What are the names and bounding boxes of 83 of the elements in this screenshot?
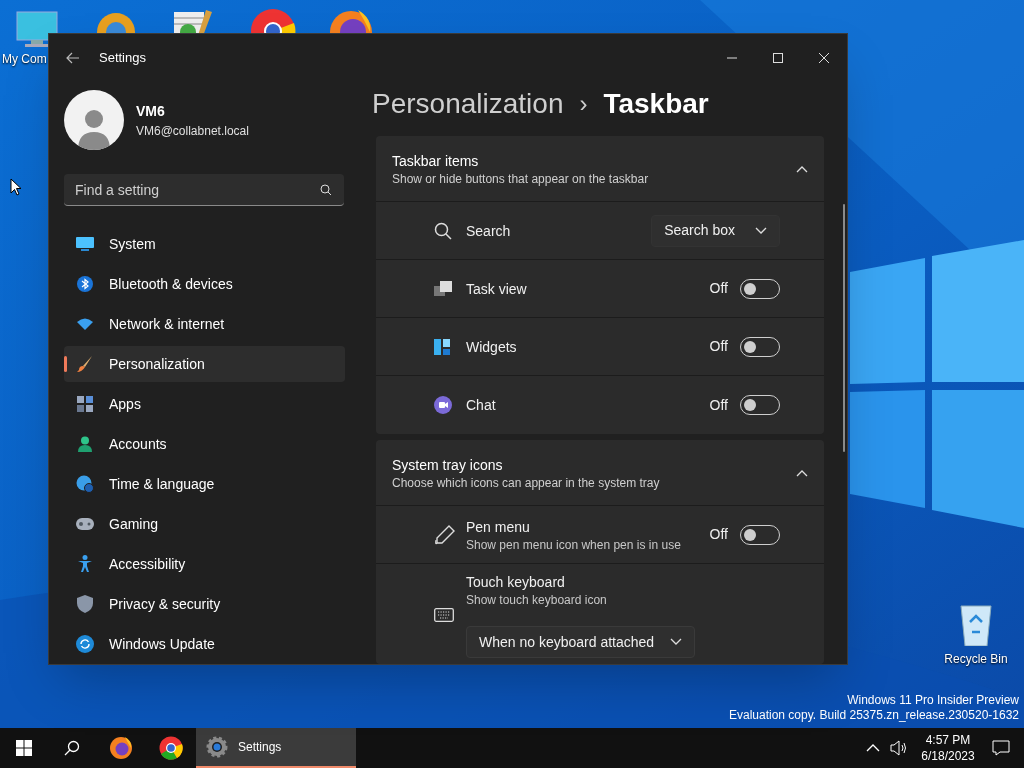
setting-description: Show touch keyboard icon [466, 592, 608, 608]
page-title: Taskbar [603, 87, 709, 121]
desktop-icon-label[interactable]: My Com [2, 50, 47, 68]
nav-item[interactable]: Accounts [64, 426, 345, 462]
speaker-icon[interactable] [890, 740, 908, 756]
breadcrumb-link[interactable]: Personalization [372, 83, 564, 125]
section-subtitle: Show or hide buttons that appear on the taskbar [392, 170, 650, 187]
back-arrow-icon[interactable] [66, 52, 80, 64]
setting-label: Touch keyboard [466, 573, 566, 592]
notification-icon [992, 740, 1010, 756]
pen-icon [434, 523, 456, 546]
section-header[interactable]: System tray icons Choose which icons can appear in the system tray [376, 440, 824, 506]
chevron-up-icon [796, 164, 808, 173]
nav-item[interactable]: Apps [64, 386, 345, 422]
window-title: Settings [99, 49, 146, 68]
setting-label: Widgets [466, 337, 518, 357]
keyboard-icon [434, 608, 454, 622]
toggle-state: Off [709, 279, 728, 298]
task-view-icon [434, 280, 452, 297]
chrome-icon [159, 736, 183, 760]
setting-label: Chat [466, 396, 497, 415]
search-field[interactable]: Find a setting [64, 174, 344, 206]
evaluation-notice: Evaluation copy. Build 25375.zn_release.230520-1632 [729, 708, 1019, 723]
setting-label: Search [466, 221, 512, 241]
nav-item[interactable]: Network & internet [64, 306, 345, 342]
search-icon [434, 221, 452, 240]
nav-item[interactable]: System [64, 226, 345, 262]
chevron-down-icon [755, 226, 767, 235]
breadcrumb-separator: › [579, 89, 588, 119]
evaluation-notice: Windows 11 Pro Insider Preview [847, 693, 1019, 708]
section-title: System tray icons [392, 455, 504, 475]
nav-item[interactable]: Accessibility [64, 546, 345, 582]
mouse-cursor-icon [10, 178, 22, 196]
search-icon [320, 184, 332, 196]
nav-item[interactable]: Windows Update [64, 626, 345, 662]
nav-item[interactable]: Bluetooth & devices [64, 266, 345, 302]
chevron-down-icon [670, 638, 683, 646]
clock-time: 4:57 PM [925, 732, 971, 748]
minimize-icon [727, 57, 737, 59]
close-icon [819, 53, 829, 63]
dropdown[interactable]: When no keyboard attached [466, 626, 696, 658]
person-icon [77, 436, 93, 452]
shield-icon [77, 595, 93, 613]
gamepad-icon [76, 518, 94, 530]
firefox-icon [109, 736, 133, 760]
update-icon [76, 635, 94, 653]
globe-clock-icon [76, 475, 94, 493]
search-icon [64, 740, 80, 756]
setting-label: Pen menu [466, 517, 531, 537]
chevron-up-icon[interactable] [866, 744, 880, 752]
toggle-state: Off [709, 395, 728, 415]
section-header[interactable]: Taskbar items Show or hide buttons that appear on the taskbar [376, 136, 824, 202]
nav-item[interactable]: Personalization [64, 346, 345, 382]
desktop-icon-label[interactable]: Recycle Bin [944, 650, 1008, 668]
toggle-state: Off [709, 525, 728, 544]
taskbar-app[interactable]: Settings [196, 728, 356, 768]
toggle-state: Off [709, 337, 728, 356]
setting-label: Task view [466, 279, 528, 299]
windows-logo-icon [16, 740, 32, 756]
chat-icon [434, 396, 452, 414]
nav-item[interactable]: Time & language [64, 466, 345, 502]
computer-icon[interactable] [15, 10, 59, 50]
gear-icon [206, 736, 228, 758]
person-silhouette-icon [77, 108, 111, 150]
section-subtitle: Choose which icons can appear in the system tray [392, 474, 661, 491]
accessibility-icon [77, 555, 93, 573]
clock-date: 6/18/2023 [921, 748, 975, 764]
dropdown[interactable]: Search box [651, 214, 780, 247]
user-email: VM6@collabnet.local [136, 122, 249, 140]
chevron-up-icon [796, 468, 808, 477]
widgets-icon [434, 338, 450, 355]
bluetooth-icon [77, 276, 93, 292]
clock[interactable]: 4:57 PM 6/18/2023 [918, 732, 978, 764]
nav-item[interactable]: Privacy & security [64, 586, 345, 622]
maximize-icon [773, 53, 783, 63]
scrollbar[interactable] [843, 204, 845, 452]
section-title: Taskbar items [392, 151, 480, 171]
wifi-icon [76, 317, 94, 331]
apps-icon [77, 396, 93, 412]
setting-description: Show pen menu icon when pen is in use [466, 536, 682, 553]
monitor-icon [76, 237, 94, 251]
nav-item[interactable]: Gaming [64, 506, 345, 542]
user-name: VM6 [136, 101, 166, 121]
